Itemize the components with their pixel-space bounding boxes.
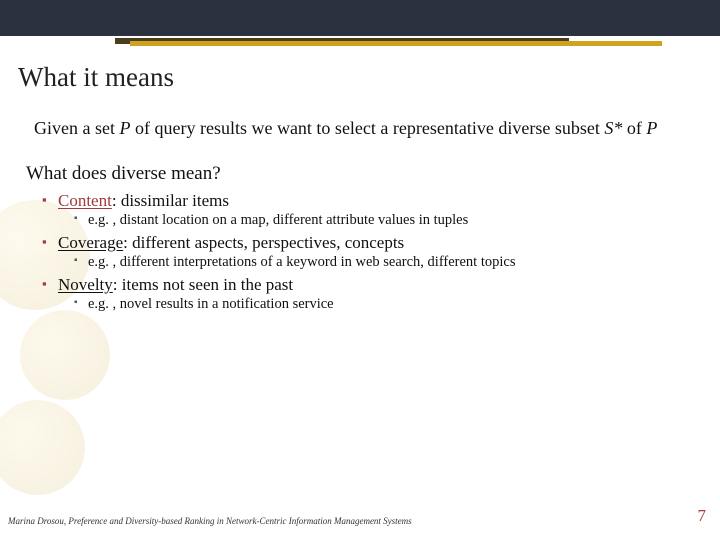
term-novelty: Novelty <box>58 275 113 294</box>
sub-item: e.g. , novel results in a notification s… <box>74 296 690 313</box>
header-bar <box>0 0 720 36</box>
bullet-list: Content: dissimilar items e.g. , distant… <box>34 191 690 313</box>
sub-item: e.g. , distant location on a map, differ… <box>74 212 690 229</box>
term-content: Content <box>58 191 112 210</box>
subheading: What does diverse mean? <box>26 163 690 185</box>
list-item: Novelty: items not seen in the past e.g.… <box>42 275 690 313</box>
sub-list: e.g. , novel results in a notification s… <box>58 296 690 313</box>
intro-var-p2: P <box>646 118 657 138</box>
sub-list: e.g. , different interpretations of a ke… <box>58 254 690 271</box>
term-rest: : different aspects, perspectives, conce… <box>123 233 404 252</box>
slide-title: What it means <box>0 46 720 97</box>
sub-list: e.g. , distant location on a map, differ… <box>58 212 690 229</box>
intro-var-s: S* <box>604 118 622 138</box>
term-rest: : items not seen in the past <box>113 275 293 294</box>
list-item: Coverage: different aspects, perspective… <box>42 233 690 271</box>
footer: Marina Drosou, Preference and Diversity-… <box>8 506 706 526</box>
term-rest: : dissimilar items <box>112 191 229 210</box>
intro-var-p: P <box>119 118 130 138</box>
footer-citation: Marina Drosou, Preference and Diversity-… <box>8 516 412 526</box>
intro-text: of query results we want to select a rep… <box>130 118 604 138</box>
page-number: 7 <box>698 506 707 526</box>
intro-text: Given a set <box>34 118 119 138</box>
accent-lines <box>0 36 720 46</box>
intro-paragraph: Given a set P of query results we want t… <box>34 117 690 141</box>
intro-text: of <box>622 118 646 138</box>
sub-item: e.g. , different interpretations of a ke… <box>74 254 690 271</box>
slide-content: Given a set P of query results we want t… <box>0 97 720 313</box>
term-coverage: Coverage <box>58 233 123 252</box>
list-item: Content: dissimilar items e.g. , distant… <box>42 191 690 229</box>
